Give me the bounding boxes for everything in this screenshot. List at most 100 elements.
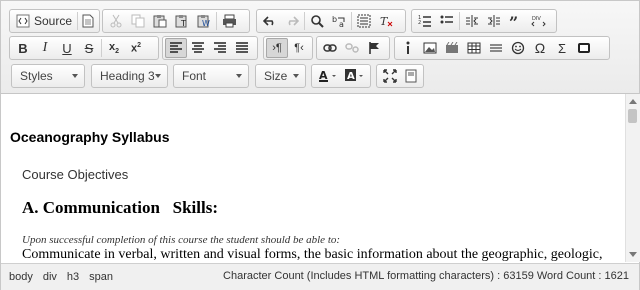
paste-icon	[153, 15, 167, 28]
chevron-down-icon	[72, 74, 78, 78]
text-color-icon: A	[318, 69, 336, 82]
show-blocks-button[interactable]	[400, 66, 421, 86]
scroll-up-icon[interactable]	[629, 99, 637, 104]
table-button[interactable]	[463, 38, 485, 58]
format-dropdown[interactable]: Heading 3	[91, 64, 168, 88]
subscript-icon: x2	[108, 40, 120, 56]
underline-button[interactable]: U	[56, 38, 78, 58]
iframe-button[interactable]	[573, 38, 595, 58]
info-button[interactable]	[397, 38, 419, 58]
svg-text:2: 2	[418, 20, 421, 26]
subscript-button[interactable]: x2	[103, 38, 125, 58]
align-center-button[interactable]	[187, 38, 209, 58]
paste-word-button[interactable]: W	[193, 11, 215, 31]
rtl-button[interactable]: ¶‹	[288, 38, 310, 58]
scroll-thumb[interactable]	[628, 109, 637, 123]
align-group	[162, 36, 258, 60]
blockquote-button[interactable]: ”	[505, 11, 527, 31]
undo-button[interactable]	[259, 11, 281, 31]
print-icon	[222, 14, 236, 28]
size-dropdown[interactable]: Size	[255, 64, 306, 88]
replace-button[interactable]: ba	[328, 11, 350, 31]
paste-text-icon: T	[175, 15, 187, 28]
iframe-icon	[578, 43, 590, 53]
superscript-icon: x2	[130, 41, 142, 55]
chevron-down-icon	[155, 74, 161, 78]
remove-format-button[interactable]: T	[375, 11, 397, 31]
svg-text:W: W	[202, 19, 210, 28]
cut-icon	[110, 14, 122, 28]
color-group: A A	[311, 64, 371, 88]
outdent-button[interactable]	[461, 11, 483, 31]
copy-button[interactable]	[127, 11, 149, 31]
cut-button[interactable]	[105, 11, 127, 31]
path-item-span[interactable]: span	[89, 271, 113, 283]
horizontal-rule-button[interactable]	[485, 38, 507, 58]
maximize-button[interactable]	[379, 66, 400, 86]
select-all-icon	[357, 14, 371, 28]
paste-button[interactable]	[149, 11, 171, 31]
superscript-button[interactable]: x2	[125, 38, 147, 58]
align-left-button[interactable]	[165, 38, 187, 58]
paste-word-icon: W	[197, 15, 210, 28]
scroll-down-icon[interactable]	[629, 252, 637, 257]
bg-color-button[interactable]: A	[341, 66, 368, 86]
path-item-h3[interactable]: h3	[67, 271, 79, 283]
redo-button[interactable]	[281, 11, 303, 31]
tools-group	[376, 64, 424, 88]
vertical-scrollbar[interactable]	[625, 94, 640, 262]
horizontal-line-icon	[490, 44, 502, 52]
font-dropdown[interactable]: Font	[173, 64, 249, 88]
justify-button[interactable]	[231, 38, 253, 58]
basic-styles-group: B I U S x2 x2	[9, 36, 159, 60]
ltr-button[interactable]: ›¶	[266, 38, 288, 58]
maximize-icon	[382, 69, 397, 83]
svg-text:”: ”	[509, 14, 518, 28]
anchor-button[interactable]	[363, 38, 385, 58]
select-all-button[interactable]	[353, 11, 375, 31]
formula-button[interactable]: Σ	[551, 38, 573, 58]
link-button[interactable]	[319, 38, 341, 58]
styles-dropdown[interactable]: Styles	[11, 64, 85, 88]
paste-text-button[interactable]: T	[171, 11, 193, 31]
special-char-button[interactable]: Ω	[529, 38, 551, 58]
document-icon	[82, 14, 94, 28]
bold-button[interactable]: B	[12, 38, 34, 58]
image-button[interactable]	[419, 38, 441, 58]
path-item-div[interactable]: div	[43, 271, 57, 283]
align-right-button[interactable]	[209, 38, 231, 58]
toolbar: Source T W ba T 12 ” DIV B I U S x2 x2 ›…	[1, 1, 639, 94]
word-count: Character Count (Includes HTML formattin…	[223, 270, 629, 282]
font-label: Font	[182, 69, 207, 83]
indent-button[interactable]	[483, 11, 505, 31]
bold-icon: B	[18, 40, 28, 56]
intro-text: Upon successful completion of this cours…	[22, 234, 341, 246]
svg-text:T: T	[380, 15, 389, 28]
strike-button[interactable]: S	[78, 38, 100, 58]
course-objectives-text: Course Objectives	[22, 167, 129, 182]
remove-format-icon: T	[380, 15, 393, 28]
source-label: Source	[34, 14, 73, 28]
underline-icon: U	[62, 40, 72, 56]
justify-icon	[236, 42, 248, 53]
numbered-list-button[interactable]: 12	[414, 11, 436, 31]
separator	[101, 39, 102, 57]
separator	[304, 12, 305, 30]
div-button[interactable]: DIV	[527, 11, 549, 31]
path-item-body[interactable]: body	[9, 271, 33, 283]
info-icon	[406, 41, 410, 54]
source-button[interactable]: Source	[12, 11, 76, 31]
copy-icon	[131, 14, 145, 28]
smiley-button[interactable]	[507, 38, 529, 58]
table-icon	[467, 42, 481, 54]
find-button[interactable]	[306, 11, 328, 31]
italic-icon: I	[42, 40, 48, 55]
italic-button[interactable]: I	[34, 38, 56, 58]
print-button[interactable]	[218, 11, 240, 31]
new-page-button[interactable]	[79, 11, 97, 31]
bulleted-list-button[interactable]	[436, 11, 458, 31]
unlink-button[interactable]	[341, 38, 363, 58]
flash-button[interactable]	[441, 38, 463, 58]
flash-icon	[446, 42, 458, 53]
text-color-button[interactable]: A	[314, 66, 341, 86]
